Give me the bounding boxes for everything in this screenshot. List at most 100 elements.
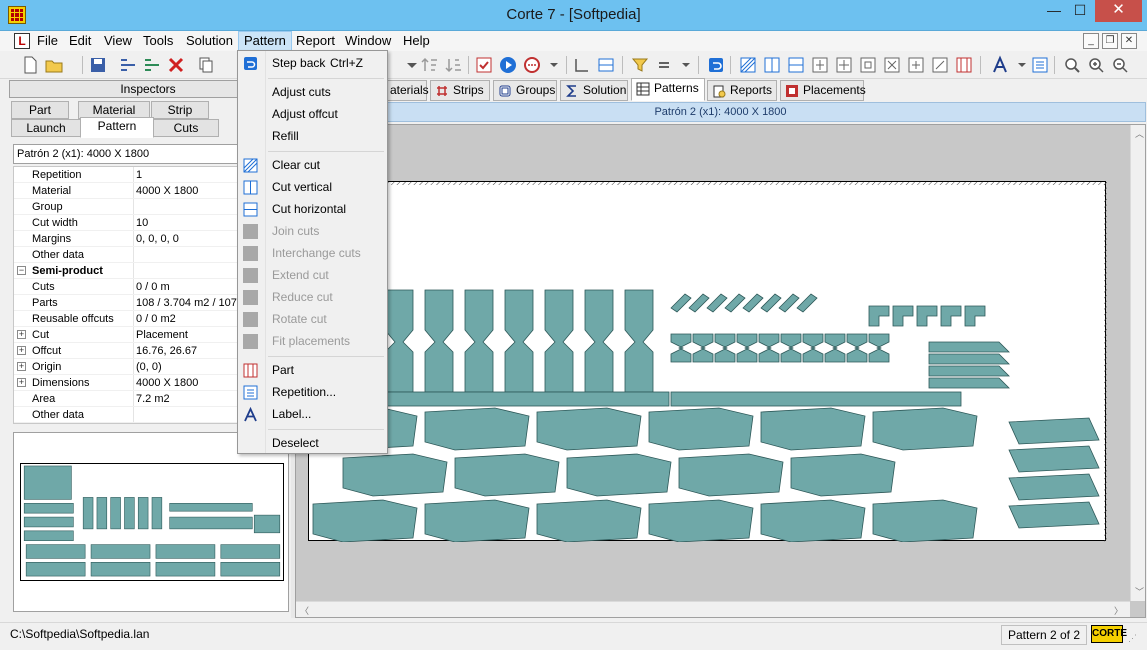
tab-strip[interactable]: Strip [151,101,209,119]
layout-part[interactable] [892,305,914,327]
layout-part[interactable] [928,365,1010,377]
tab-cuts[interactable]: Cuts [153,119,219,137]
layout-part[interactable] [1008,473,1100,501]
property-value[interactable]: 108 / 3.704 m2 / 107 [136,295,237,311]
layout-part[interactable] [758,333,780,363]
layout-part[interactable] [584,289,614,393]
menu-report[interactable]: Report [291,31,340,51]
menu-item-deselect[interactable]: Deselect [240,433,385,454]
property-value[interactable]: 0 / 0 m [136,279,170,295]
layout-part[interactable] [536,407,642,451]
layout-part[interactable] [1008,445,1100,473]
layout-part[interactable] [648,499,754,543]
layout-part[interactable] [424,407,530,451]
options-icon[interactable] [522,55,542,75]
filter-icon[interactable] [630,55,650,75]
tool-a-icon[interactable] [810,55,830,75]
mdi-restore-button[interactable]: ❐ [1102,33,1118,49]
vertical-scrollbar[interactable]: ︿ ﹀ [1130,125,1145,601]
menu-tools[interactable]: Tools [138,31,178,51]
layout-part[interactable] [384,289,414,393]
dropdown-arrow-icon[interactable] [402,55,422,75]
layout-part[interactable] [378,391,670,407]
layout-part[interactable] [872,407,978,451]
menu-item-join-cuts[interactable]: Join cuts [240,221,385,242]
menu-help[interactable]: Help [398,31,435,51]
tool-g-icon[interactable] [954,55,974,75]
layout-part[interactable] [736,333,758,363]
collapse-icon[interactable]: − [17,266,26,275]
tool-d-icon[interactable] [882,55,902,75]
property-value[interactable]: 16.76, 26.67 [136,343,197,359]
menu-item-clear-cut[interactable]: Clear cut [240,155,385,176]
pattern-canvas[interactable]: ︿ ﹀ 〈 〉 [295,124,1146,618]
property-value[interactable]: 10 [136,215,148,231]
zoom-out-icon[interactable] [1110,55,1130,75]
tab-reports[interactable]: Reports [707,80,777,101]
menu-item-step-back[interactable]: Step back Ctrl+Z [240,53,385,74]
tab-patterns[interactable]: Patterns [631,78,705,101]
pattern-shape-icon[interactable] [572,55,592,75]
menu-item-refill[interactable]: Refill [240,126,385,147]
tab-pattern[interactable]: Pattern [80,117,154,138]
document-icon[interactable]: L [14,33,30,49]
layout-part[interactable] [424,499,530,543]
layout-part[interactable] [424,289,454,393]
menu-window[interactable]: Window [340,31,396,51]
layout-part[interactable] [846,333,868,363]
open-folder-icon[interactable] [44,55,64,75]
layout-part[interactable] [706,293,728,313]
cut-tool-2-icon[interactable] [142,55,162,75]
filter-dropdown-icon[interactable] [676,55,696,75]
equals-icon[interactable] [654,55,674,75]
layout-part[interactable] [916,305,938,327]
layout-part[interactable] [742,293,764,313]
property-value[interactable]: (0, 0) [136,359,162,375]
tool-b-icon[interactable] [834,55,854,75]
layout-part[interactable] [928,341,1010,353]
layout-part[interactable] [544,289,574,393]
layout-part[interactable] [692,333,714,363]
layout-part[interactable] [536,499,642,543]
menu-edit[interactable]: Edit [64,31,96,51]
layout-part[interactable] [940,305,962,327]
layout-part[interactable] [1008,417,1100,445]
layout-part[interactable] [780,333,802,363]
new-file-icon[interactable] [20,55,40,75]
pattern-layout-icon[interactable] [596,55,616,75]
split-vertical-icon[interactable] [762,55,782,75]
play-icon[interactable] [498,55,518,75]
menu-file[interactable]: File [32,31,63,51]
property-value[interactable]: 4000 X 1800 [136,375,198,391]
mdi-close-button[interactable]: ✕ [1121,33,1137,49]
sort-ascending-icon[interactable] [420,55,440,75]
save-icon[interactable] [88,55,108,75]
expand-icon[interactable]: + [17,362,26,371]
layout-part[interactable] [928,353,1010,365]
layout-part[interactable] [566,453,672,497]
layout-part[interactable] [868,333,890,363]
menu-item-reduce-cut[interactable]: Reduce cut [240,287,385,308]
tool-c-icon[interactable] [858,55,878,75]
layout-part[interactable] [778,293,800,313]
horizontal-scrollbar[interactable]: 〈 〉 [296,601,1130,617]
layout-part[interactable] [760,293,782,313]
tab-materials[interactable]: aterials [387,80,429,101]
tab-placements[interactable]: Placements [780,80,866,101]
tab-strips[interactable]: Strips [430,80,490,101]
zoom-in-icon[interactable] [1086,55,1106,75]
hatch-icon[interactable] [738,55,758,75]
layout-part[interactable] [796,293,818,313]
menu-item-adjust-offcut[interactable]: Adjust offcut [240,104,385,125]
property-value[interactable]: 1 [136,167,142,183]
zoom-fit-icon[interactable] [1062,55,1082,75]
property-value[interactable]: Placement [136,327,188,343]
tab-launch[interactable]: Launch [11,119,81,137]
menu-item-fit-placements[interactable]: Fit placements [240,331,385,352]
menu-item-cut-vertical[interactable]: Cut vertical [240,177,385,198]
material-sheet[interactable] [308,181,1107,543]
expand-icon[interactable]: + [17,378,26,387]
layout-part[interactable] [670,293,692,313]
layout-part[interactable] [504,289,534,393]
layout-part[interactable] [678,453,784,497]
